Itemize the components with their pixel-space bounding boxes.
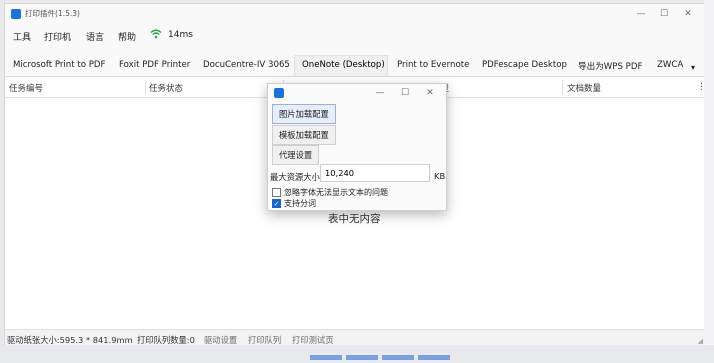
- background-chip: [346, 355, 378, 360]
- printer-tabs: Microsoft Print to PDF Foxit PDF Printer…: [5, 54, 705, 77]
- background-chip: [310, 355, 342, 360]
- image-load-config-button[interactable]: 图片加载配置: [272, 104, 336, 124]
- window-title: 打印插件(1.5.3): [25, 9, 80, 18]
- app-icon: [11, 9, 21, 19]
- chevron-down-icon[interactable]: ▾: [691, 63, 695, 72]
- col-task-id[interactable]: 任务编号: [9, 82, 43, 94]
- ping-latency: 14ms: [168, 30, 193, 40]
- menu-tools[interactable]: 工具: [13, 30, 31, 43]
- app-icon: [274, 88, 284, 98]
- ignore-font-label: 忽略字体无法显示文本的问题: [284, 188, 388, 197]
- tab-microsoft-print-to-pdf[interactable]: Microsoft Print to PDF: [13, 60, 105, 70]
- menu-language[interactable]: 语言: [86, 30, 104, 43]
- column-separator[interactable]: [145, 80, 146, 94]
- tab-foxit-pdf-printer[interactable]: Foxit PDF Printer: [119, 60, 190, 70]
- menu-bar: 工具 打印机 语言 帮助 14ms: [5, 24, 705, 48]
- word-segmentation-checkbox[interactable]: ✓: [272, 199, 281, 208]
- background-taskbar: [0, 345, 714, 363]
- dialog-minimize-button[interactable]: —: [372, 87, 388, 99]
- col-task-status[interactable]: 任务状态: [149, 82, 183, 94]
- col-doc-count[interactable]: 文档数量: [567, 82, 601, 94]
- menu-printer[interactable]: 打印机: [44, 30, 71, 43]
- minimize-button[interactable]: —: [631, 6, 651, 22]
- ignore-font-checkbox[interactable]: [272, 188, 281, 197]
- tab-pdfescape-desktop[interactable]: PDFescape Desktop: [482, 60, 567, 70]
- empty-table-message: 表中无内容: [328, 213, 381, 225]
- check-icon: ✓: [273, 200, 280, 208]
- max-resource-input[interactable]: [320, 164, 430, 182]
- unit-label: KB: [434, 171, 446, 181]
- dialog-maximize-button[interactable]: ☐: [397, 87, 413, 99]
- column-separator[interactable]: [562, 80, 563, 94]
- tab-wps-pdf[interactable]: 导出为WPS PDF: [578, 60, 642, 72]
- max-resource-label: 最大资源大小: [270, 172, 320, 182]
- tab-print-to-evernote[interactable]: Print to Evernote: [397, 60, 469, 70]
- tab-docucentre[interactable]: DocuCentre-IV 3065: [203, 60, 290, 70]
- dialog-close-button[interactable]: ✕: [422, 87, 438, 99]
- close-button[interactable]: ✕: [678, 6, 698, 22]
- wifi-icon: [150, 29, 162, 42]
- tab-zwca[interactable]: ZWCA: [657, 60, 683, 70]
- resize-grip[interactable]: ◢: [698, 337, 703, 345]
- menu-help[interactable]: 帮助: [118, 30, 136, 43]
- proxy-settings-button[interactable]: 代理设置: [272, 145, 320, 165]
- settings-dialog: — ☐ ✕ 图片加载配置 模板加载配置 代理设置 最大资源大小 KB 忽略字体无…: [267, 83, 447, 211]
- maximize-button[interactable]: ☐: [654, 6, 674, 22]
- tab-onenote-desktop[interactable]: OneNote (Desktop): [302, 60, 385, 70]
- background-window-edge: [704, 0, 714, 363]
- background-chip: [418, 355, 450, 360]
- word-segmentation-label: 支持分词: [284, 199, 316, 208]
- background-chip: [382, 355, 414, 360]
- template-load-config-button[interactable]: 模板加载配置: [272, 125, 336, 145]
- title-bar: 打印插件(1.5.3) — ☐ ✕: [5, 4, 705, 24]
